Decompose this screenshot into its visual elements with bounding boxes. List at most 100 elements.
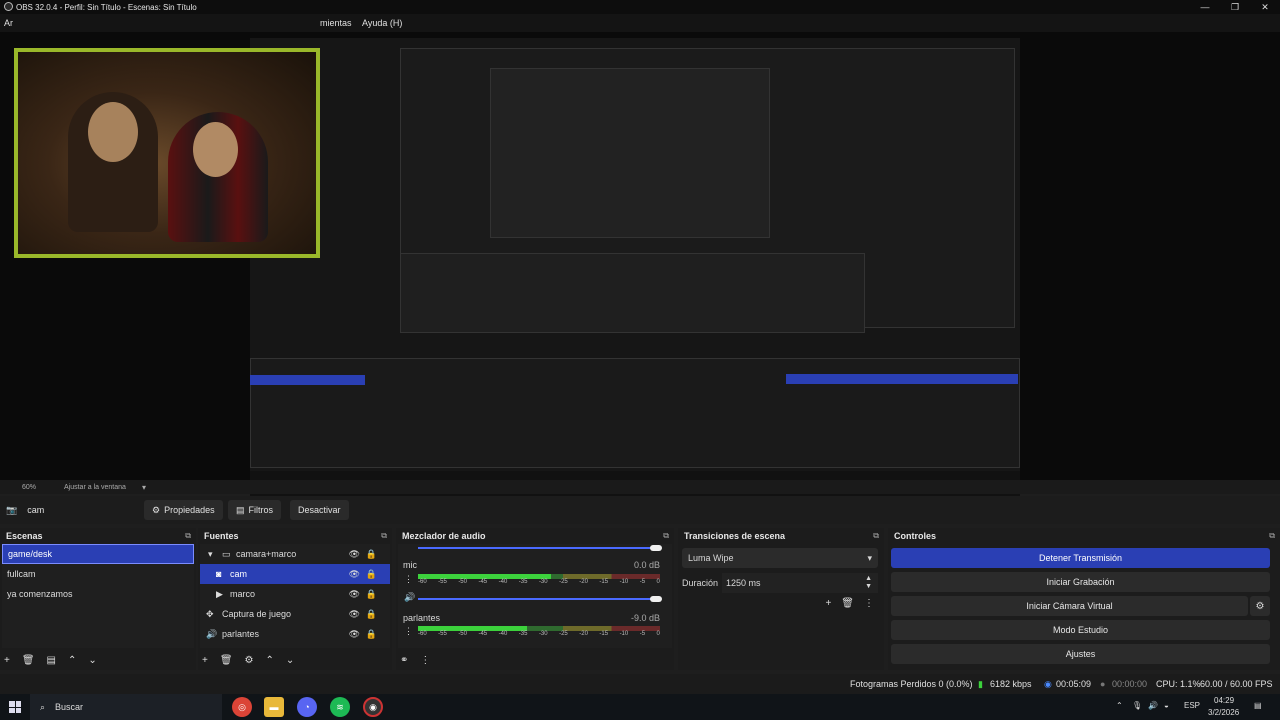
kebab-menu-icon[interactable]: ⋮ bbox=[404, 626, 413, 637]
start-virtual-camera-button[interactable]: Iniciar Cámara Virtual bbox=[891, 596, 1248, 616]
chrome-icon[interactable]: ◎ bbox=[232, 697, 252, 717]
add-icon[interactable]: + bbox=[4, 655, 10, 666]
eye-icon[interactable]: 👁 bbox=[349, 569, 360, 580]
volume-slider-knob[interactable] bbox=[650, 596, 662, 602]
volume-slider[interactable] bbox=[418, 598, 660, 600]
dock-popout-icon[interactable]: ⧉ bbox=[873, 531, 879, 541]
fps: 60.00 / 60.00 FPS bbox=[1200, 679, 1273, 689]
volume-icon[interactable]: 🔊 bbox=[1148, 701, 1158, 710]
windows-start-icon[interactable] bbox=[9, 701, 21, 713]
properties-button[interactable]: ⚙ Propiedades bbox=[144, 500, 223, 520]
transition-select[interactable]: Luma Wipe ▾ bbox=[682, 548, 878, 568]
virtual-camera-settings-icon[interactable]: ⚙ bbox=[1250, 596, 1270, 616]
notification-icon[interactable]: ▤ bbox=[1254, 701, 1262, 710]
menu-bar: Ar mientas Ayuda (H) bbox=[0, 14, 1280, 32]
zoom-dropdown-icon[interactable]: ▾ bbox=[142, 483, 146, 492]
preview-canvas[interactable] bbox=[250, 38, 1020, 508]
meter-tick-label: 0 bbox=[656, 631, 660, 637]
gear-icon[interactable]: ⚙ bbox=[245, 655, 254, 666]
stop-streaming-button[interactable]: Detener Transmisión bbox=[891, 548, 1270, 568]
file-explorer-icon[interactable]: ▬ bbox=[264, 697, 284, 717]
link-icon[interactable]: ⚭ bbox=[400, 655, 408, 666]
menu-item-archivo[interactable]: Ar bbox=[4, 18, 13, 28]
eye-icon[interactable]: 👁 bbox=[349, 589, 360, 600]
source-item[interactable]: ✥ Captura de juego 👁 🔒 bbox=[200, 604, 390, 624]
chevron-down-icon[interactable]: ▾ bbox=[208, 549, 213, 560]
deactivate-button[interactable]: Desactivar bbox=[290, 500, 349, 520]
down-arrow-icon[interactable]: ⌄ bbox=[286, 655, 294, 666]
meter-tick-label: -20 bbox=[579, 579, 588, 585]
up-arrow-icon[interactable]: ⌃ bbox=[266, 655, 274, 666]
source-item[interactable]: 🔊 parlantes 👁 🔒 bbox=[200, 624, 390, 644]
zoom-fit-label[interactable]: Ajustar a la ventana bbox=[64, 484, 126, 491]
zoom-level[interactable]: 60% bbox=[22, 484, 36, 491]
filter-icon[interactable]: ▤ bbox=[47, 655, 56, 666]
recursive-preview bbox=[250, 38, 1020, 471]
eye-icon[interactable]: 👁 bbox=[349, 549, 360, 560]
preview-area[interactable] bbox=[0, 32, 1280, 508]
clock-date[interactable]: 3/2/2026 bbox=[1208, 708, 1239, 717]
discord-icon[interactable]: ◔ bbox=[297, 697, 317, 717]
source-item[interactable]: ▾ ▭ camara+marco 👁 🔒 bbox=[200, 544, 390, 564]
close-button[interactable]: ✕ bbox=[1250, 0, 1280, 14]
lock-icon[interactable]: 🔒 bbox=[366, 589, 377, 600]
kebab-menu-icon[interactable]: ⋮ bbox=[864, 598, 874, 609]
studio-mode-button[interactable]: Modo Estudio bbox=[891, 620, 1270, 640]
source-label: cam bbox=[230, 569, 248, 579]
volume-slider-knob[interactable] bbox=[650, 545, 662, 551]
obs-icon[interactable]: ◉ bbox=[363, 697, 383, 717]
face bbox=[88, 102, 138, 162]
trash-icon[interactable]: 🗑 bbox=[22, 655, 35, 666]
source-item[interactable]: ▶ marco 👁 🔒 bbox=[200, 584, 390, 604]
menu-item-herramientas[interactable]: mientas bbox=[320, 18, 352, 28]
duration-spinbox[interactable]: 1250 ms ▲ ▼ bbox=[722, 573, 878, 593]
meter-tick-label: -30 bbox=[538, 579, 548, 585]
eye-icon[interactable]: 👁 bbox=[349, 629, 360, 640]
trash-icon[interactable]: 🗑 bbox=[841, 598, 854, 609]
meter-tick-label: -15 bbox=[599, 579, 609, 585]
scene-item[interactable]: ya comenzamos bbox=[2, 584, 194, 604]
language-indicator[interactable]: ESP bbox=[1184, 701, 1200, 710]
add-icon[interactable]: + bbox=[825, 598, 831, 609]
settings-button[interactable]: Ajustes bbox=[891, 644, 1270, 664]
menu-item-ayuda[interactable]: Ayuda (H) bbox=[362, 18, 402, 28]
filter-icon: ▤ bbox=[236, 504, 245, 515]
dock-popout-icon[interactable]: ⧉ bbox=[663, 531, 669, 541]
spin-arrows-icon[interactable]: ▲ ▼ bbox=[865, 575, 872, 591]
context-source: 📷 cam bbox=[6, 505, 44, 516]
up-arrow-icon[interactable]: ⌃ bbox=[68, 655, 76, 666]
minimize-button[interactable]: — bbox=[1190, 0, 1220, 14]
scene-item[interactable]: fullcam bbox=[2, 564, 194, 584]
dock-popout-icon[interactable]: ⧉ bbox=[185, 531, 191, 541]
speaker-icon[interactable]: 🔊 bbox=[404, 592, 415, 603]
chevron-up-icon[interactable]: ⌃ bbox=[1116, 701, 1123, 710]
camera-icon: ◙ bbox=[216, 569, 222, 579]
maximize-button[interactable]: ❐ bbox=[1220, 0, 1250, 14]
start-recording-button[interactable]: Iniciar Grabación bbox=[891, 572, 1270, 592]
lock-icon[interactable]: 🔒 bbox=[366, 609, 377, 620]
dock-popout-icon[interactable]: ⧉ bbox=[381, 531, 387, 541]
eye-icon[interactable]: 👁 bbox=[349, 609, 360, 620]
sources-dock: Fuentes ⧉ ▾ ▭ camara+marco 👁 🔒 ◙ cam 👁 🔒… bbox=[198, 528, 392, 670]
spotify-icon[interactable]: ≋ bbox=[330, 697, 350, 717]
down-arrow-icon[interactable]: ⌄ bbox=[88, 655, 96, 666]
clock-time[interactable]: 04:29 bbox=[1214, 696, 1234, 705]
network-icon[interactable]: ◒ bbox=[1164, 701, 1169, 710]
dock-popout-icon[interactable]: ⧉ bbox=[1269, 531, 1275, 541]
trash-icon[interactable]: 🗑 bbox=[220, 655, 233, 666]
add-icon[interactable]: + bbox=[202, 655, 208, 666]
volume-slider[interactable] bbox=[418, 547, 660, 549]
lock-icon[interactable]: 🔒 bbox=[366, 569, 377, 580]
taskbar-search[interactable]: ⌕ Buscar bbox=[30, 694, 222, 720]
microphone-icon[interactable]: 🎙 bbox=[1132, 701, 1142, 710]
lock-icon[interactable]: 🔒 bbox=[366, 629, 377, 640]
chevron-down-icon: ▾ bbox=[867, 552, 872, 563]
lock-icon[interactable]: 🔒 bbox=[366, 549, 377, 560]
filters-button[interactable]: ▤ Filtros bbox=[228, 500, 282, 520]
source-item[interactable]: ◙ cam 👁 🔒 bbox=[200, 564, 390, 584]
kebab-menu-icon[interactable]: ⋮ bbox=[420, 655, 430, 666]
scene-item[interactable]: game/desk bbox=[2, 544, 194, 564]
face bbox=[193, 122, 238, 177]
kebab-menu-icon[interactable]: ⋮ bbox=[404, 574, 413, 585]
context-source-name: cam bbox=[27, 505, 45, 515]
